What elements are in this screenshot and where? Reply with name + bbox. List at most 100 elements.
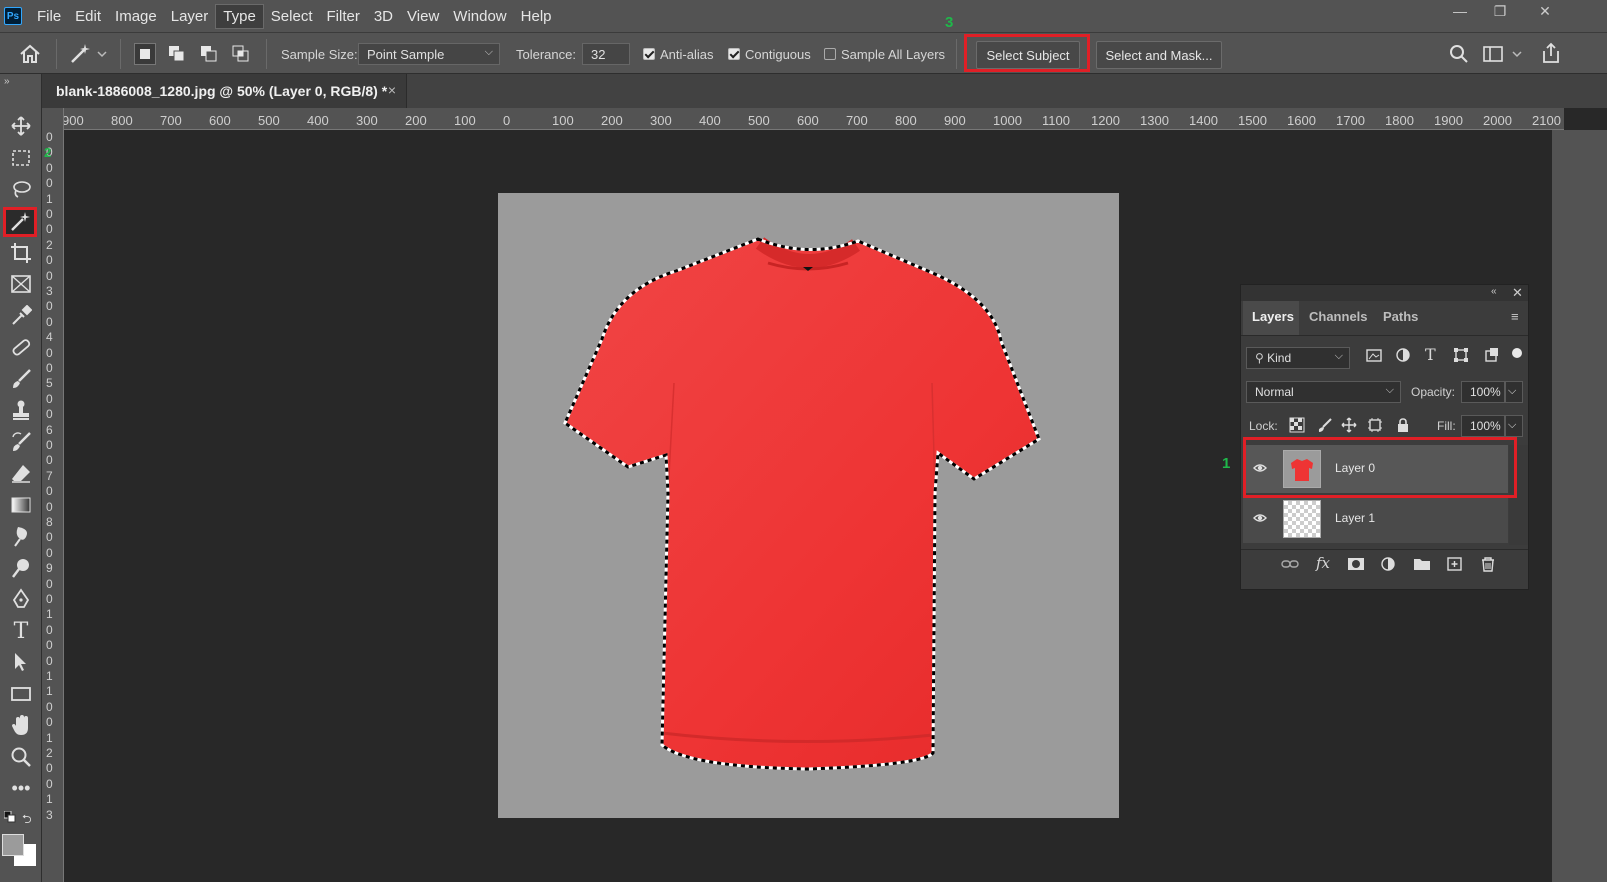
filter-smart-object-icon[interactable]: [1484, 347, 1500, 367]
healing-brush-tool-icon[interactable]: [6, 333, 36, 361]
document-canvas[interactable]: [498, 193, 1119, 818]
new-layer-icon[interactable]: [1446, 556, 1464, 576]
tab-channels[interactable]: Channels: [1309, 309, 1368, 324]
visibility-eye-icon[interactable]: [1253, 511, 1267, 525]
default-colors-icon[interactable]: [3, 810, 16, 823]
blur-tool-icon[interactable]: [6, 522, 36, 550]
sample-size-select[interactable]: Point Sample ⌵: [358, 43, 500, 65]
add-mask-icon[interactable]: [1347, 556, 1365, 576]
share-icon[interactable]: [1540, 41, 1562, 65]
swap-colors-icon[interactable]: ⮌: [22, 810, 32, 831]
fill-input[interactable]: 100%: [1461, 415, 1505, 437]
magic-wand-tool-icon[interactable]: [3, 207, 37, 237]
pen-tool-icon[interactable]: [6, 585, 36, 613]
fill-dropdown[interactable]: ⌵: [1505, 415, 1523, 437]
menu-window[interactable]: Window: [446, 5, 513, 28]
layer-row-layer-0[interactable]: Layer 0: [1243, 445, 1508, 493]
menu-view[interactable]: View: [400, 5, 446, 28]
menu-3d[interactable]: 3D: [367, 5, 400, 28]
filter-kind-select[interactable]: ⚲ Kind ⌵: [1246, 347, 1350, 369]
magic-wand-preset-icon[interactable]: [68, 42, 108, 66]
layers-scrollbar[interactable]: [1509, 445, 1528, 545]
filter-pixel-icon[interactable]: [1366, 347, 1382, 367]
filter-shape-icon[interactable]: [1453, 347, 1469, 367]
blend-mode-select[interactable]: Normal ⌵: [1246, 381, 1401, 403]
layer-effects-icon[interactable]: fx: [1316, 554, 1330, 572]
menu-help[interactable]: Help: [514, 5, 559, 28]
marquee-tool-icon[interactable]: [6, 144, 36, 172]
filter-toggle-icon[interactable]: [1512, 348, 1522, 358]
tab-paths[interactable]: Paths: [1383, 309, 1418, 324]
new-selection-icon[interactable]: [134, 43, 156, 65]
ruler-tick-label: 0: [46, 545, 53, 560]
delete-layer-icon[interactable]: [1479, 556, 1497, 576]
close-window-button[interactable]: ✕: [1525, 0, 1565, 22]
rectangle-tool-icon[interactable]: [6, 680, 36, 708]
hand-tool-icon[interactable]: [6, 711, 36, 739]
tab-layers[interactable]: Layers: [1252, 309, 1294, 324]
opacity-dropdown[interactable]: ⌵: [1505, 381, 1523, 403]
type-tool-icon[interactable]: T: [6, 617, 36, 645]
menu-filter[interactable]: Filter: [320, 5, 367, 28]
close-tab-icon[interactable]: ×: [388, 82, 396, 98]
filter-type-icon[interactable]: T: [1425, 345, 1436, 364]
menu-select[interactable]: Select: [264, 5, 320, 28]
select-subject-button[interactable]: Select Subject: [976, 41, 1080, 69]
brush-tool-icon[interactable]: [6, 365, 36, 393]
select-and-mask-button[interactable]: Select and Mask...: [1096, 41, 1222, 69]
lock-artboard-icon[interactable]: [1367, 417, 1383, 437]
dodge-tool-icon[interactable]: [6, 554, 36, 582]
lock-transparent-pixels-icon[interactable]: [1289, 417, 1305, 437]
add-to-selection-icon[interactable]: [166, 43, 188, 65]
lock-image-pixels-icon[interactable]: [1317, 417, 1333, 437]
eyedropper-tool-icon[interactable]: [6, 302, 36, 330]
menu-type[interactable]: Type: [215, 3, 264, 29]
crop-tool-icon[interactable]: [6, 239, 36, 267]
menu-edit[interactable]: Edit: [68, 5, 108, 28]
search-icon[interactable]: [1448, 43, 1470, 65]
workspace-icon[interactable]: [1482, 43, 1522, 65]
document-tab-bar: blank-1886008_1280.jpg @ 50% (Layer 0, R…: [42, 74, 1607, 108]
tolerance-input[interactable]: 32: [582, 43, 630, 65]
expand-panel-icon[interactable]: »: [4, 76, 10, 87]
opacity-input[interactable]: 100%: [1461, 381, 1505, 403]
intersect-selection-icon[interactable]: [230, 43, 252, 65]
menu-file[interactable]: File: [30, 5, 68, 28]
lock-position-icon[interactable]: [1341, 417, 1357, 437]
gradient-tool-icon[interactable]: [6, 491, 36, 519]
filter-adjustment-icon[interactable]: [1395, 347, 1411, 367]
zoom-tool-icon[interactable]: [6, 743, 36, 771]
anti-alias-checkbox[interactable]: [643, 48, 655, 60]
panel-header[interactable]: [1241, 285, 1528, 301]
minimize-button[interactable]: —: [1440, 0, 1480, 22]
layers-panel: « ✕ Layers Channels Paths ≡ ⚲ Kind ⌵ T N…: [1240, 284, 1529, 590]
new-adjustment-layer-icon[interactable]: [1380, 556, 1398, 576]
clone-stamp-tool-icon[interactable]: [6, 396, 36, 424]
path-selection-tool-icon[interactable]: [6, 648, 36, 676]
foreground-color-swatch[interactable]: [2, 834, 24, 856]
collapse-panel-icon[interactable]: «: [1491, 286, 1497, 297]
frame-tool-icon[interactable]: [6, 270, 36, 298]
close-panel-icon[interactable]: ✕: [1512, 285, 1523, 301]
menu-layer[interactable]: Layer: [164, 5, 216, 28]
eraser-tool-icon[interactable]: [6, 459, 36, 487]
link-layers-icon[interactable]: [1281, 556, 1299, 576]
restore-button[interactable]: ❐: [1480, 0, 1520, 22]
document-tab[interactable]: blank-1886008_1280.jpg @ 50% (Layer 0, R…: [42, 74, 407, 108]
panel-menu-icon[interactable]: ≡: [1511, 309, 1519, 324]
move-tool-icon[interactable]: [6, 112, 36, 140]
contiguous-checkbox[interactable]: [728, 48, 740, 60]
home-icon[interactable]: [18, 42, 42, 66]
ruler-tick-label: 1300: [1140, 113, 1169, 128]
more-tools-icon[interactable]: •••: [6, 774, 36, 802]
lasso-tool-icon[interactable]: [6, 175, 36, 203]
sample-all-layers-checkbox[interactable]: [824, 48, 836, 60]
lock-all-icon[interactable]: [1395, 417, 1411, 437]
history-brush-tool-icon[interactable]: [6, 428, 36, 456]
visibility-eye-icon[interactable]: [1253, 461, 1267, 475]
new-group-icon[interactable]: [1413, 556, 1431, 576]
divider: [120, 39, 121, 69]
layer-row-layer-1[interactable]: Layer 1: [1243, 495, 1508, 543]
menu-image[interactable]: Image: [108, 5, 164, 28]
subtract-from-selection-icon[interactable]: [198, 43, 220, 65]
